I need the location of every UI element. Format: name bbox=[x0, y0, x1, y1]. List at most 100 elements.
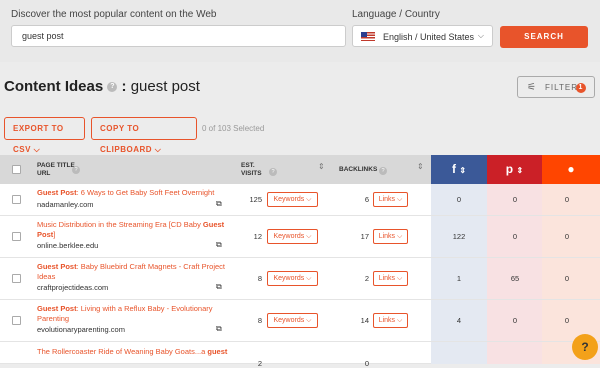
pinterest-cell bbox=[487, 342, 542, 364]
links-button[interactable]: Links ⌵ bbox=[373, 229, 408, 244]
row-domain: craftprojectideas.com bbox=[37, 283, 109, 292]
facebook-count: 1 bbox=[456, 274, 462, 283]
header-page-title: PAGE TITLE bbox=[37, 162, 75, 169]
row-title-link[interactable]: The Rollercoaster Ride of Weaning Baby G… bbox=[37, 347, 237, 357]
reddit-column-header[interactable]: ● bbox=[542, 155, 600, 184]
select-all-checkbox[interactable] bbox=[12, 165, 21, 174]
links-button[interactable]: Links ⌵ bbox=[373, 271, 408, 286]
search-input[interactable]: guest post bbox=[11, 25, 346, 47]
help-icon[interactable]: ? bbox=[379, 167, 387, 175]
header-url: URL bbox=[37, 170, 51, 177]
reddit-count: 0 bbox=[564, 232, 570, 241]
title-text: Music Distribution in the Streaming Era … bbox=[37, 220, 203, 229]
help-icon[interactable]: ? bbox=[107, 82, 118, 93]
search-header: Discover the most popular content on the… bbox=[0, 0, 600, 62]
external-link-icon[interactable]: ⧉ bbox=[216, 199, 222, 209]
title-keyword: Guest bbox=[202, 220, 225, 229]
external-link-icon[interactable]: ⧉ bbox=[216, 324, 222, 334]
links-label: Links bbox=[378, 275, 396, 282]
external-link-icon[interactable]: ⧉ bbox=[216, 240, 222, 250]
facebook-cell: 122 bbox=[431, 216, 487, 257]
reddit-count: 0 bbox=[564, 274, 570, 283]
title-keyword: Guest Post bbox=[37, 304, 77, 313]
links-button[interactable]: Links ⌵ bbox=[373, 192, 408, 207]
reddit-count: 0 bbox=[564, 195, 570, 204]
keywords-label: Keywords bbox=[273, 233, 305, 240]
selected-count: 0 of 103 Selected bbox=[202, 124, 265, 133]
page-title: Content Ideas ? : guest post bbox=[4, 78, 200, 95]
facebook-count: 0 bbox=[456, 195, 462, 204]
row-visits: 12 bbox=[253, 232, 262, 241]
pinterest-count: 65 bbox=[510, 274, 520, 283]
export-label: EXPORT TO CSV bbox=[13, 124, 64, 154]
row-checkbox[interactable] bbox=[12, 274, 21, 283]
table-row: Guest Post: 6 Ways to Get Baby Soft Feet… bbox=[0, 184, 600, 216]
keywords-label: Keywords bbox=[273, 196, 305, 203]
pinterest-icon: p bbox=[505, 162, 514, 176]
title-keyword: Guest Post bbox=[37, 188, 77, 197]
sort-icon[interactable]: ⇕ bbox=[417, 162, 424, 171]
filter-button[interactable]: ⚟ FILTER 1 bbox=[517, 76, 595, 98]
keywords-label: Keywords bbox=[273, 317, 305, 324]
row-checkbox[interactable] bbox=[12, 232, 21, 241]
chat-help-icon[interactable]: ? bbox=[572, 334, 598, 360]
facebook-count: 4 bbox=[456, 316, 462, 325]
filter-label: FILTER bbox=[545, 83, 578, 92]
reddit-cell: 0 bbox=[542, 258, 600, 299]
row-title-link[interactable]: Guest Post: Baby Bluebird Craft Magnets … bbox=[37, 262, 227, 282]
keywords-label: Keywords bbox=[273, 275, 305, 282]
title-keyword: guest bbox=[207, 347, 228, 356]
title-text: : 6 Ways to Get Baby Soft Feet Overnight bbox=[76, 188, 215, 197]
sort-icon[interactable]: ⇕ bbox=[318, 162, 325, 171]
links-label: Links bbox=[378, 317, 396, 324]
row-domain: nadamanley.com bbox=[37, 200, 94, 209]
title-text: : Baby Bluebird Craft Magnets - Craft Pr… bbox=[76, 262, 225, 271]
sort-icon: ⇕ bbox=[459, 166, 467, 175]
export-csv-button[interactable]: EXPORT TO CSV ⌵ bbox=[4, 117, 85, 154]
row-title-link[interactable]: Guest Post: Living with a Reflux Baby - … bbox=[37, 304, 227, 324]
row-backlinks: 6 bbox=[364, 195, 369, 204]
reddit-cell: 0 bbox=[542, 184, 600, 215]
sort-icon: ⇕ bbox=[516, 166, 524, 175]
header-backlinks: BACKLINKS bbox=[339, 166, 378, 173]
pinterest-column-header[interactable]: p ⇕ bbox=[487, 155, 542, 184]
help-icon[interactable]: ? bbox=[269, 168, 277, 176]
keywords-button[interactable]: Keywords ⌵ bbox=[267, 229, 318, 244]
language-value: English / United States bbox=[383, 32, 475, 42]
language-label: Language / Country bbox=[352, 9, 440, 20]
reddit-count: 0 bbox=[564, 316, 570, 325]
row-checkbox[interactable] bbox=[12, 316, 21, 325]
links-button[interactable]: Links ⌵ bbox=[373, 313, 408, 328]
pinterest-count: 0 bbox=[512, 195, 518, 204]
title-text: The Rollercoaster Ride of Weaning Baby G… bbox=[37, 347, 208, 356]
row-visits: 8 bbox=[257, 274, 262, 283]
external-link-icon[interactable]: ⧉ bbox=[216, 282, 222, 292]
title-text: : Living with a Reflux Baby - Evolutiona… bbox=[76, 304, 213, 313]
page-title-query: guest post bbox=[130, 78, 200, 95]
pinterest-count: 0 bbox=[512, 232, 518, 241]
copy-clipboard-button[interactable]: COPY TO CLIPBOARD ⌵ bbox=[91, 117, 197, 154]
pinterest-cell: 0 bbox=[487, 216, 542, 257]
facebook-column-header[interactable]: f ⇕ bbox=[431, 155, 487, 184]
row-backlinks: 14 bbox=[360, 316, 369, 325]
page-title-text: Content Ideas bbox=[4, 78, 104, 95]
row-title-link[interactable]: Music Distribution in the Streaming Era … bbox=[37, 220, 227, 240]
search-button[interactable]: SEARCH bbox=[500, 26, 588, 48]
keywords-button[interactable]: Keywords ⌵ bbox=[267, 271, 318, 286]
row-checkbox[interactable] bbox=[12, 195, 21, 204]
row-visits: 8 bbox=[257, 316, 262, 325]
title-keyword: Post bbox=[37, 230, 54, 239]
keywords-button[interactable]: Keywords ⌵ bbox=[267, 313, 318, 328]
help-icon[interactable]: ? bbox=[72, 166, 80, 174]
language-select[interactable]: English / United States ⌵ bbox=[352, 25, 493, 47]
pinterest-cell: 0 bbox=[487, 184, 542, 215]
table-row: Guest Post: Living with a Reflux Baby - … bbox=[0, 300, 600, 342]
row-title-link[interactable]: Guest Post: 6 Ways to Get Baby Soft Feet… bbox=[37, 188, 217, 198]
table-row: The Rollercoaster Ride of Weaning Baby G… bbox=[0, 342, 600, 368]
filter-sliders-icon: ⚟ bbox=[527, 82, 537, 93]
keywords-button[interactable]: Keywords ⌵ bbox=[267, 192, 318, 207]
table-row: Music Distribution in the Streaming Era … bbox=[0, 216, 600, 258]
pinterest-count: 0 bbox=[512, 316, 518, 325]
title-colon: : bbox=[121, 78, 127, 95]
row-domain: evolutionaryparenting.com bbox=[37, 325, 125, 334]
